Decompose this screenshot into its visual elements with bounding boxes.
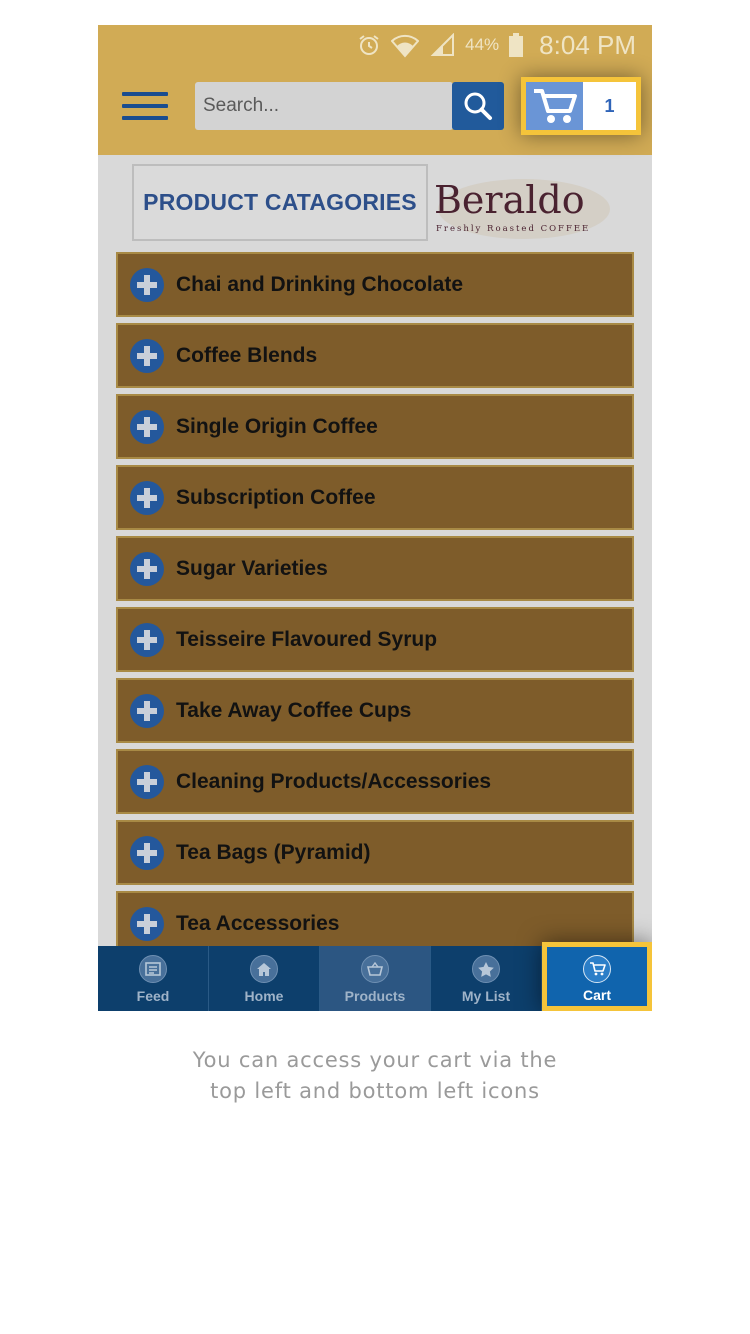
category-item[interactable]: Cleaning Products/Accessories [116,749,634,814]
category-label: Cleaning Products/Accessories [176,769,492,793]
wifi-icon [391,32,420,58]
category-label: Tea Accessories [176,911,340,935]
nav-item-home[interactable]: Home [209,946,320,1011]
status-bar: 44% 8:04 PM [98,25,652,65]
category-item[interactable]: Chai and Drinking Chocolate [116,252,634,317]
header-cart-button[interactable]: 1 [521,77,641,135]
category-item[interactable]: Subscription Coffee [116,465,634,530]
category-item[interactable]: Sugar Varieties [116,536,634,601]
logo-wordmark: Beraldo [434,178,585,222]
expand-plus-icon[interactable] [130,906,164,941]
category-item[interactable]: Single Origin Coffee [116,394,634,459]
expand-plus-icon[interactable] [130,693,164,728]
nav-label: Cart [582,987,611,1003]
search-icon [464,92,492,120]
caption-line: You can access your cart via the [192,1048,558,1072]
nav-label: Home [244,988,284,1004]
page-title: PRODUCT CATAGORIES [143,189,417,215]
expand-plus-icon[interactable] [130,622,164,657]
basket-icon [361,955,389,983]
category-item[interactable]: Coffee Blends [116,323,634,388]
category-label: Subscription Coffee [176,485,376,509]
phone-screen: 44% 8:04 PM 1 PRODUCT CATAGORIES [98,25,652,1011]
expand-plus-icon[interactable] [130,267,164,302]
category-label: Teisseire Flavoured Syrup [176,627,438,651]
star-icon [472,955,500,983]
expand-plus-icon[interactable] [130,338,164,373]
expand-plus-icon[interactable] [130,835,164,870]
category-label: Chai and Drinking Chocolate [176,272,464,296]
feed-icon [139,955,167,983]
home-icon [250,955,278,983]
caption-line: top left and bottom left icons [210,1079,540,1103]
nav-label: Feed [136,988,170,1004]
category-label: Sugar Varieties [176,556,328,580]
expand-plus-icon[interactable] [130,409,164,444]
nav-item-products[interactable]: Products [320,946,431,1011]
caption: You can access your cart via the top lef… [0,1045,750,1107]
logo-tagline: Freshly Roasted COFFEE [436,224,590,234]
cart-count-badge: 1 [604,95,615,116]
cart-icon [526,82,583,130]
nav-label: Products [344,988,406,1004]
search-field[interactable] [195,82,453,130]
category-label: Coffee Blends [176,343,318,367]
app-header: 1 [98,65,652,155]
category-label: Tea Bags (Pyramid) [176,840,371,864]
expand-plus-icon[interactable] [130,480,164,515]
nav-item-cart[interactable]: Cart [542,942,652,1011]
cart-icon [583,955,611,983]
category-item[interactable]: Tea Bags (Pyramid) [116,820,634,885]
status-time: 8:04 PM [539,29,636,60]
category-label: Take Away Coffee Cups [176,698,412,722]
expand-plus-icon[interactable] [130,551,164,586]
alarm-icon [357,33,381,57]
nav-label: My List [461,988,511,1004]
battery-icon [509,33,524,57]
signal-icon [429,33,455,57]
product-categories-heading: PRODUCT CATAGORIES [132,164,428,241]
category-item[interactable]: Take Away Coffee Cups [116,678,634,743]
search-input[interactable] [195,82,453,130]
nav-item-feed[interactable]: Feed [98,946,209,1011]
battery-percent: 44% [465,35,500,54]
category-item[interactable]: Teisseire Flavoured Syrup [116,607,634,672]
hamburger-menu-icon[interactable] [122,92,168,120]
category-label: Single Origin Coffee [176,414,378,438]
expand-plus-icon[interactable] [130,764,164,799]
search-button[interactable] [452,82,504,130]
nav-item-my-list[interactable]: My List [431,946,542,1011]
beraldo-logo: Beraldo Freshly Roasted COFFEE [428,173,620,243]
